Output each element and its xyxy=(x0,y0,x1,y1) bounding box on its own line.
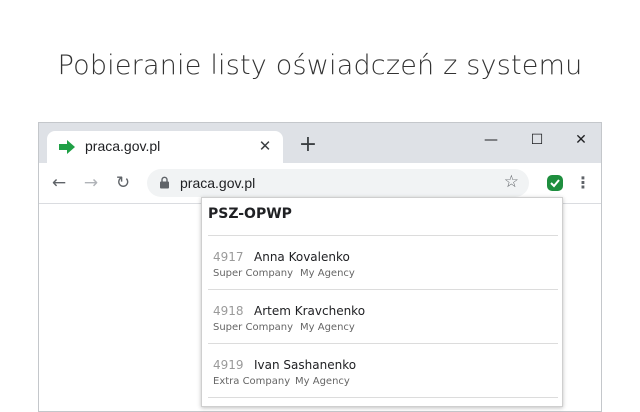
divider xyxy=(208,235,558,236)
back-button[interactable]: ← xyxy=(47,171,71,195)
item-company: Super Company xyxy=(213,268,294,279)
list-item[interactable]: 4919 Ivan Sashanenko Extra Company My Ag… xyxy=(208,346,558,396)
lock-icon xyxy=(160,176,169,189)
item-company: Extra Company xyxy=(213,376,291,387)
tab-title: praca.gov.pl xyxy=(85,138,161,154)
minimize-button[interactable]: — xyxy=(471,127,511,153)
url-text: praca.gov.pl xyxy=(180,175,256,191)
item-name: Ivan Sashanenko xyxy=(254,358,357,372)
extension-popup: PSZ-OPWP 4917 Anna Kovalenko Super Compa… xyxy=(201,197,563,407)
item-agency: My Agency xyxy=(295,376,350,387)
divider xyxy=(208,397,558,398)
item-company: Super Company xyxy=(213,322,294,333)
item-name: Artem Kravchenko xyxy=(254,304,366,318)
item-id: 4918 xyxy=(213,304,244,318)
browser-menu-icon[interactable]: ⋮ xyxy=(575,171,591,195)
new-tab-button[interactable]: + xyxy=(297,134,319,157)
item-id: 4917 xyxy=(213,250,244,264)
item-name: Anna Kovalenko xyxy=(254,250,350,264)
window-close-button[interactable]: ✕ xyxy=(561,127,601,153)
page-caption: Pobieranie listy oświadczeń z systemu xyxy=(57,50,583,81)
forward-button[interactable]: → xyxy=(79,171,103,195)
divider xyxy=(208,343,558,344)
browser-tab[interactable]: praca.gov.pl ✕ xyxy=(47,131,283,163)
divider xyxy=(208,289,558,290)
item-agency: My Agency xyxy=(300,268,355,279)
bookmark-star-icon[interactable]: ☆ xyxy=(504,172,519,192)
extension-icon[interactable] xyxy=(547,175,563,191)
reload-button[interactable]: ↻ xyxy=(111,171,135,195)
item-id: 4919 xyxy=(213,358,244,372)
tab-strip: praca.gov.pl ✕ + — ☐ ✕ xyxy=(39,123,601,163)
close-tab-icon[interactable]: ✕ xyxy=(255,136,275,156)
maximize-button[interactable]: ☐ xyxy=(517,127,557,153)
popup-title: PSZ-OPWP xyxy=(208,206,292,222)
list-item[interactable]: 4917 Anna Kovalenko Super Company My Age… xyxy=(208,238,558,288)
arrow-right-icon xyxy=(59,140,75,154)
item-agency: My Agency xyxy=(300,322,355,333)
list-item[interactable]: 4918 Artem Kravchenko Super Company My A… xyxy=(208,292,558,342)
address-bar[interactable]: praca.gov.pl ☆ xyxy=(147,169,529,197)
